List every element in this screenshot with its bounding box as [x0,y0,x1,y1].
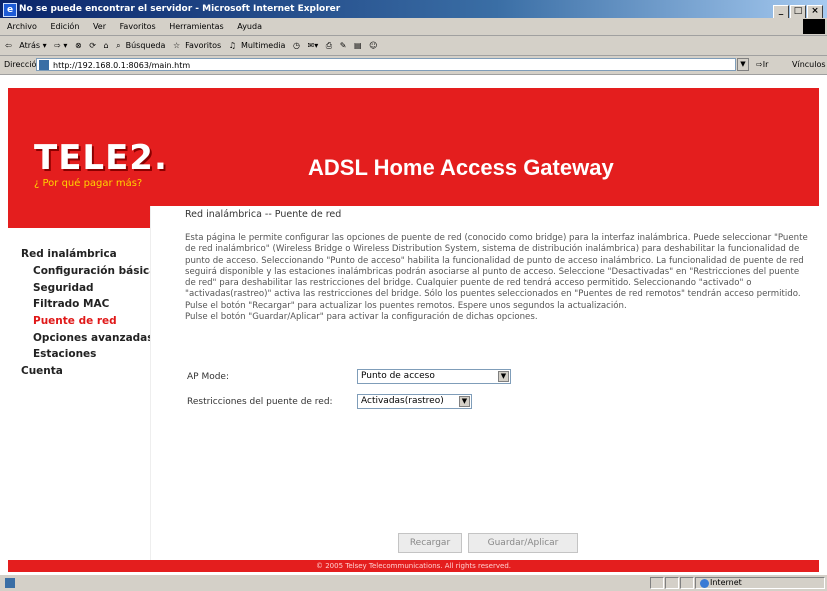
save-apply-button[interactable]: Guardar/Aplicar [468,533,578,553]
status-cell [680,577,694,589]
section-title: Red inalámbrica -- Puente de red [185,209,342,220]
sidebar-header [8,206,150,228]
favorites-button[interactable]: ☆ Favoritos [173,41,221,50]
windows-logo-icon [803,19,825,34]
multimedia-button[interactable]: ♫ Multimedia [229,41,286,50]
brand-logo: TELE2. [34,138,168,178]
address-dropdown[interactable]: ▼ [737,58,749,71]
links-button[interactable]: Vínculos [792,56,826,74]
mail-icon[interactable]: ✉▾ [308,41,319,50]
nav-red-inalambrica[interactable]: Red inalámbrica [21,248,117,260]
sidebar [8,228,150,560]
description-paragraph: Pulse el botón "Guardar/Aplicar" para ac… [185,312,538,323]
restrictions-select[interactable]: Activadas(rastreo) ▼ [357,394,472,409]
nav-puente-de-red[interactable]: Puente de red [33,315,117,327]
page-icon [39,60,49,70]
minimize-button[interactable]: _ [773,5,789,19]
print-icon[interactable]: ⎙ [326,41,332,50]
go-button[interactable]: ⇨Ir [756,56,768,74]
ie-icon: e [3,3,17,17]
address-input[interactable]: http://192.168.0.1:8063/main.htm [36,58,736,71]
nav-estaciones[interactable]: Estaciones [33,348,96,360]
chevron-down-icon: ▼ [498,371,509,382]
ap-mode-select[interactable]: Punto de acceso ▼ [357,369,511,384]
close-button[interactable]: × [807,5,823,19]
back-button[interactable]: ⇦ Atrás ▾ [5,41,47,50]
go-label: Ir [762,60,769,69]
home-icon[interactable]: ⌂ [104,41,109,50]
edit-icon[interactable]: ✎ [340,41,347,50]
page-icon [5,578,15,588]
restrictions-label: Restricciones del puente de red: [187,397,333,407]
divider [150,206,151,560]
status-bar: Internet [0,574,827,591]
nav-configuracion-basica[interactable]: Configuración básica [33,265,156,277]
search-button[interactable]: ⌕ Búsqueda [116,41,165,50]
menu-archivo[interactable]: Archivo [7,22,37,31]
toolbar: ⇦ Atrás ▾ ⇨ ▾ ⊗ ⟳ ⌂ ⌕ Búsqueda ☆ Favoritos… [0,36,827,56]
stop-icon[interactable]: ⊗ [75,41,82,50]
status-cell [650,577,664,589]
address-bar: Dirección http://192.168.0.1:8063/main.h… [0,56,827,75]
search-label: Búsqueda [125,41,166,50]
history-icon[interactable]: ◷ [293,41,300,50]
multimedia-label: Multimedia [240,41,286,50]
page-title: ADSL Home Access Gateway [308,155,614,180]
maximize-button[interactable]: □ [790,5,806,19]
back-label: Atrás [19,41,41,50]
menu-ver[interactable]: Ver [93,22,106,31]
ap-mode-value: Punto de acceso [361,371,435,381]
description: Esta página le permite configurar las op… [185,233,811,323]
description-paragraph: Esta página le permite configurar las op… [185,233,808,300]
menu-ayuda[interactable]: Ayuda [237,22,262,31]
security-zone: Internet [695,577,825,589]
discuss-icon[interactable]: ▤ [354,41,362,50]
globe-icon [700,579,709,588]
copyright-footer: © 2005 Telsey Telecommunications. All ri… [8,560,819,572]
menu-herramientas[interactable]: Herramientas [169,22,224,31]
menu-bar: Archivo Edición Ver Favoritos Herramient… [0,18,827,36]
window-titlebar: e No se puede encontrar el servidor - Mi… [0,0,827,19]
zone-label: Internet [710,578,742,587]
reload-button[interactable]: Recargar [398,533,462,553]
chevron-down-icon: ▼ [459,396,470,407]
brand-slogan: ¿ Por qué pagar más? [34,178,143,189]
menu-favoritos[interactable]: Favoritos [120,22,156,31]
favorites-label: Favoritos [185,41,222,50]
nav-seguridad[interactable]: Seguridad [33,282,94,294]
ap-mode-label: AP Mode: [187,372,229,382]
refresh-icon[interactable]: ⟳ [89,41,96,50]
messenger-icon[interactable]: ☺ [369,41,377,50]
description-paragraph: Pulse el botón "Recargar" para actualiza… [185,300,627,311]
window-title: No se puede encontrar el servidor - Micr… [19,4,341,14]
nav-filtrado-mac[interactable]: Filtrado MAC [33,298,109,310]
menu-edicion[interactable]: Edición [50,22,79,31]
nav-opciones-avanzadas[interactable]: Opciones avanzadas [33,332,154,344]
forward-button[interactable]: ⇨ ▾ [54,41,67,50]
restrictions-value: Activadas(rastreo) [361,396,444,406]
status-cell [665,577,679,589]
nav-cuenta[interactable]: Cuenta [21,365,63,377]
